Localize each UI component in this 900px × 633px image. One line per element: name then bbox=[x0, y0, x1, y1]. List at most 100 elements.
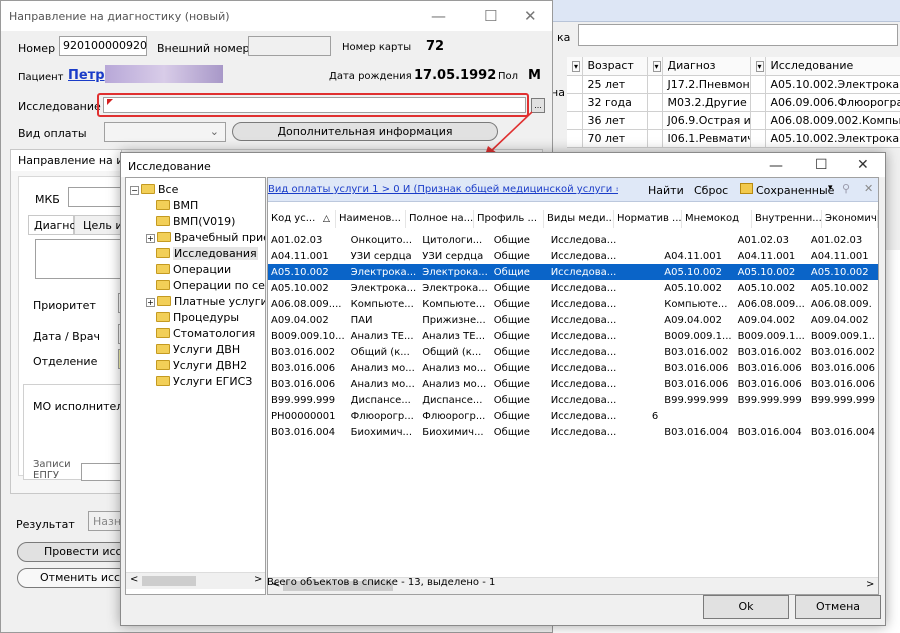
tab-diagnosis[interactable]: Диагноз bbox=[28, 215, 82, 235]
service-cell: Анализ мо... bbox=[350, 378, 415, 390]
tree-node[interactable]: Услуги ДВН2 bbox=[156, 358, 247, 374]
expand-icon[interactable]: + bbox=[146, 298, 155, 307]
tree-node[interactable]: Исследования bbox=[156, 246, 258, 262]
service-cell: Общие bbox=[493, 234, 530, 246]
minimize-icon[interactable]: — bbox=[769, 158, 783, 174]
additional-info-button[interactable]: Дополнительная информация bbox=[232, 122, 498, 141]
tree-node[interactable]: Операции по сер bbox=[156, 278, 265, 294]
service-row[interactable]: A06.08.009.... Компьюте... Компьюте... Общи… bbox=[268, 296, 878, 312]
service-row[interactable]: A05.10.002 Электрока... Электрока... Общие И… bbox=[268, 264, 878, 280]
sort-asc-icon[interactable]: △ bbox=[323, 210, 330, 228]
column-header[interactable]: Наименов... bbox=[336, 210, 406, 228]
cancel-research-button[interactable]: Отменить иссле bbox=[17, 568, 134, 588]
patient-name-link[interactable]: Петр bbox=[68, 68, 105, 83]
maximize-icon[interactable]: ☐ bbox=[484, 7, 497, 25]
close-icon[interactable]: ✕ bbox=[524, 7, 537, 25]
journal-cell: A05.10.002.Электрокард bbox=[765, 75, 900, 94]
journal-cell: I06.1.Ревматичес... bbox=[662, 129, 751, 148]
collapse-icon[interactable]: − bbox=[130, 186, 139, 195]
service-cell: B009.009.10... bbox=[271, 330, 345, 342]
col-research[interactable]: Исследование bbox=[765, 57, 900, 76]
external-number-field[interactable] bbox=[248, 36, 331, 56]
mkb-input[interactable] bbox=[68, 187, 128, 207]
maximize-icon[interactable]: ☐ bbox=[815, 157, 828, 173]
tab-goal[interactable]: Цель ис bbox=[74, 215, 129, 235]
tree-node[interactable]: ВМП bbox=[156, 198, 198, 214]
scroll-thumb[interactable] bbox=[142, 576, 196, 586]
journal-cell: J17.2.Пневмония... bbox=[662, 75, 751, 94]
column-header[interactable]: Виды меди... bbox=[544, 210, 614, 228]
col-filter-icon[interactable]: ▾ bbox=[750, 57, 766, 76]
service-row[interactable]: B99.999.999 Диспансе... Диспансе... Общие Ис… bbox=[268, 392, 878, 408]
tree-node[interactable]: Услуги ДВН bbox=[156, 342, 240, 358]
scroll-right-icon[interactable]: > bbox=[866, 579, 874, 590]
diagnosis-textarea[interactable] bbox=[35, 239, 127, 279]
service-row[interactable]: A05.10.002 Электрока... Электрока... Общие И… bbox=[268, 280, 878, 296]
chevron-down-icon[interactable]: ▾ bbox=[828, 183, 833, 193]
folder-icon bbox=[156, 216, 170, 226]
folder-icon bbox=[156, 248, 170, 258]
reset-button[interactable]: Сброс bbox=[694, 184, 728, 197]
col-age[interactable]: Возраст bbox=[582, 57, 648, 76]
service-cell bbox=[619, 280, 661, 296]
tab-direction[interactable]: Направление на иссл bbox=[10, 149, 143, 171]
tree-node[interactable]: Услуги ЕГИСЗ bbox=[156, 374, 252, 390]
column-header[interactable]: Полное на... bbox=[406, 210, 474, 228]
tree-node[interactable]: + Врачебный прие bbox=[146, 230, 265, 246]
service-cell: УЗИ сердца bbox=[350, 250, 412, 262]
service-cell: A05.10.002 bbox=[664, 282, 722, 294]
saved-button[interactable]: Сохраненные bbox=[756, 184, 834, 197]
service-row[interactable]: B03.016.004 Биохимич... Биохимич... Общие Ис… bbox=[268, 424, 878, 440]
tree-node[interactable]: ВМП(V019) bbox=[156, 214, 235, 230]
service-cell: Биохимич... bbox=[350, 426, 413, 438]
filter-input[interactable] bbox=[578, 24, 898, 46]
service-row[interactable]: B03.016.006 Анализ мо... Анализ мо... Общие… bbox=[268, 360, 878, 376]
service-row[interactable]: A04.11.001 УЗИ сердца УЗИ сердца Общие Иссле… bbox=[268, 248, 878, 264]
minimize-icon[interactable]: — bbox=[431, 7, 446, 25]
col-filter-icon[interactable]: ▾ bbox=[647, 57, 663, 76]
service-cell bbox=[661, 408, 734, 424]
pin-icon[interactable]: ⚲ bbox=[842, 182, 850, 195]
tree-node[interactable]: + Платные услуги bbox=[146, 294, 265, 310]
scroll-right-icon[interactable]: > bbox=[254, 574, 262, 585]
filter-link[interactable]: Вид оплаты услуги 1 > 0 И (Признак общей… bbox=[268, 184, 618, 195]
column-header[interactable]: Экономич. bbox=[822, 210, 878, 228]
close-filter-icon[interactable]: ✕ bbox=[864, 182, 873, 195]
journal-row[interactable]: 25 лет J17.2.Пневмония... A05.10.002.Элект… bbox=[567, 75, 900, 94]
expand-icon[interactable]: + bbox=[146, 234, 155, 243]
tree-node[interactable]: Операции bbox=[156, 262, 231, 278]
service-row[interactable]: B009.009.10... Анализ ТЕ... Анализ ТЕ... Об… bbox=[268, 328, 878, 344]
service-cell: B03.016.004 bbox=[810, 426, 875, 438]
payment-type-select[interactable]: ⌄ bbox=[104, 122, 226, 142]
conduct-research-button[interactable]: Провести иссле bbox=[17, 542, 135, 562]
col-filter-icon[interactable]: ▾ bbox=[567, 57, 583, 76]
tree-node-label: Услуги ЕГИСЗ bbox=[173, 375, 253, 388]
tree-node[interactable]: Стоматология bbox=[156, 326, 255, 342]
column-header[interactable]: Внутренни... bbox=[752, 210, 822, 228]
column-header[interactable]: Мнемокод bbox=[682, 210, 752, 228]
tree-node[interactable]: − Все bbox=[130, 182, 178, 198]
tree-node[interactable]: Процедуры bbox=[156, 310, 239, 326]
service-row[interactable]: B03.016.006 Анализ мо... Анализ мо... Общие… bbox=[268, 376, 878, 392]
cancel-button[interactable]: Отмена bbox=[795, 595, 881, 619]
tree-hscrollbar[interactable]: < > bbox=[126, 572, 265, 589]
research-input[interactable] bbox=[103, 97, 526, 113]
column-header[interactable]: Профиль ... bbox=[474, 210, 544, 228]
col-diagnosis[interactable]: Диагноз bbox=[662, 57, 751, 76]
service-row[interactable]: B03.016.002 Общий (к... Общий (к... Общие Ис… bbox=[268, 344, 878, 360]
service-row[interactable]: PH00000001 Флюорогр... Флюорогр... Общие Исс… bbox=[268, 408, 878, 424]
service-row[interactable]: A09.04.002 ПАИ Прижизне... Общие Исследова..… bbox=[268, 312, 878, 328]
journal-row[interactable]: 70 лет I06.1.Ревматичес... A05.10.002.Элек… bbox=[567, 129, 900, 148]
service-row[interactable]: A01.02.03 Онкоцито... Цитологи... Общие Иссл… bbox=[268, 232, 878, 248]
service-cell: A05.10.002 bbox=[734, 264, 808, 280]
close-icon[interactable]: ✕ bbox=[857, 157, 869, 173]
service-cell: Флюорогр... bbox=[422, 410, 486, 422]
number-field[interactable]: 920100000920 bbox=[59, 36, 147, 56]
journal-row[interactable]: 32 года M03.2.Другие пос... A06.09.006.Флю… bbox=[567, 93, 900, 112]
find-button[interactable]: Найти bbox=[648, 184, 684, 197]
scroll-left-icon[interactable]: < bbox=[130, 574, 138, 585]
column-header[interactable]: Норматив ... bbox=[614, 210, 682, 228]
ok-button[interactable]: Ok bbox=[703, 595, 789, 619]
service-cell: A09.04.002 bbox=[271, 314, 329, 326]
journal-row[interactable]: 36 лет J06.9.Острая инф... A06.08.009.002.… bbox=[567, 111, 900, 130]
